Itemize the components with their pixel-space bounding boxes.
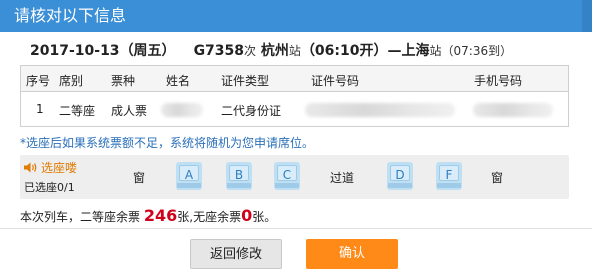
row-id-type: 二代身份证 bbox=[221, 104, 282, 118]
id-number-redacted bbox=[305, 103, 455, 117]
seat-d[interactable]: D bbox=[387, 162, 413, 190]
name-redacted bbox=[161, 103, 203, 117]
choose-seat-label: 选座喽 bbox=[24, 159, 77, 176]
speaker-icon bbox=[24, 162, 37, 173]
train-info: 2017-10-13（周五） G7358次 杭州站（06:10开）—上海站（07:… bbox=[30, 40, 512, 60]
seat-a[interactable]: A bbox=[176, 162, 202, 190]
window-label-left: 窗 bbox=[133, 171, 146, 185]
selected-count: 已选座0/1 bbox=[24, 181, 75, 194]
title-bar-edge bbox=[582, 0, 592, 32]
arrive-time: （07:36到） bbox=[441, 44, 513, 58]
passenger-table: 序号 席别 票种 姓名 证件类型 证件号码 手机号码 1 二等座 成人票 二代身… bbox=[20, 65, 569, 127]
seat-c-letter: C bbox=[282, 168, 292, 182]
no-seat-count: 0 bbox=[241, 206, 253, 225]
header-name: 姓名 bbox=[166, 74, 191, 88]
seat-selection-panel: 选座喽 已选座0/1 窗 A B C 过道 D F 窗 bbox=[20, 155, 569, 199]
ticket-availability: 本次列车，二等座余票 246张,无座余票0张。 bbox=[20, 206, 276, 225]
travel-weekday: （周五） bbox=[119, 43, 176, 59]
travel-date: 2017-10-13 bbox=[30, 43, 120, 59]
availability-suffix: 张。 bbox=[252, 210, 277, 224]
row-index: 1 bbox=[36, 102, 44, 116]
dialog-title: 请核对以下信息 bbox=[0, 0, 592, 32]
seat-b-letter: B bbox=[234, 168, 244, 182]
table-header: 序号 席别 票种 姓名 证件类型 证件号码 手机号码 bbox=[21, 66, 568, 92]
seat-d-letter: D bbox=[395, 168, 405, 182]
window-label-right: 窗 bbox=[491, 171, 504, 185]
seat-c[interactable]: C bbox=[274, 162, 300, 190]
availability-mid: 张,无座余票 bbox=[177, 210, 242, 224]
to-station: 上海 bbox=[401, 43, 430, 59]
aisle-label: 过道 bbox=[330, 171, 355, 185]
seat-a-letter: A bbox=[184, 168, 194, 182]
train-number-suffix: 次 bbox=[244, 44, 257, 58]
header-seat-class: 席别 bbox=[59, 74, 84, 88]
seat-f[interactable]: F bbox=[436, 162, 462, 190]
table-row: 1 二等座 成人票 二代身份证 bbox=[21, 93, 568, 126]
confirm-button[interactable]: 确认 bbox=[306, 239, 398, 269]
availability-prefix: 本次列车，二等座余票 bbox=[20, 210, 141, 224]
choose-seat-text: 选座喽 bbox=[41, 161, 78, 175]
row-seat-class: 二等座 bbox=[59, 104, 96, 118]
from-station: 杭州 bbox=[260, 43, 289, 59]
header-id-type: 证件类型 bbox=[221, 74, 270, 88]
train-number: G7358 bbox=[193, 43, 245, 59]
footer-divider bbox=[0, 228, 592, 229]
header-phone: 手机号码 bbox=[474, 74, 523, 88]
route-dash: — bbox=[387, 43, 402, 59]
header-ticket-type: 票种 bbox=[111, 74, 136, 88]
to-station-suffix: 站 bbox=[429, 44, 442, 58]
from-station-suffix: 站 bbox=[288, 44, 301, 58]
confirm-dialog: 请核对以下信息 2017-10-13（周五） G7358次 杭州站（06:10开）… bbox=[0, 0, 592, 274]
header-index: 序号 bbox=[26, 74, 51, 88]
seat-f-letter: F bbox=[445, 168, 453, 182]
row-ticket-type: 成人票 bbox=[111, 104, 148, 118]
header-id-number: 证件号码 bbox=[311, 74, 360, 88]
second-class-count: 246 bbox=[143, 206, 178, 225]
depart-time: （06:10开） bbox=[300, 43, 388, 59]
phone-redacted bbox=[473, 103, 553, 117]
back-modify-button[interactable]: 返回修改 bbox=[190, 239, 282, 269]
seat-notice: *选座后如果系统票额不足，系统将随机为您申请席位。 bbox=[20, 136, 315, 150]
seat-b[interactable]: B bbox=[226, 162, 252, 190]
